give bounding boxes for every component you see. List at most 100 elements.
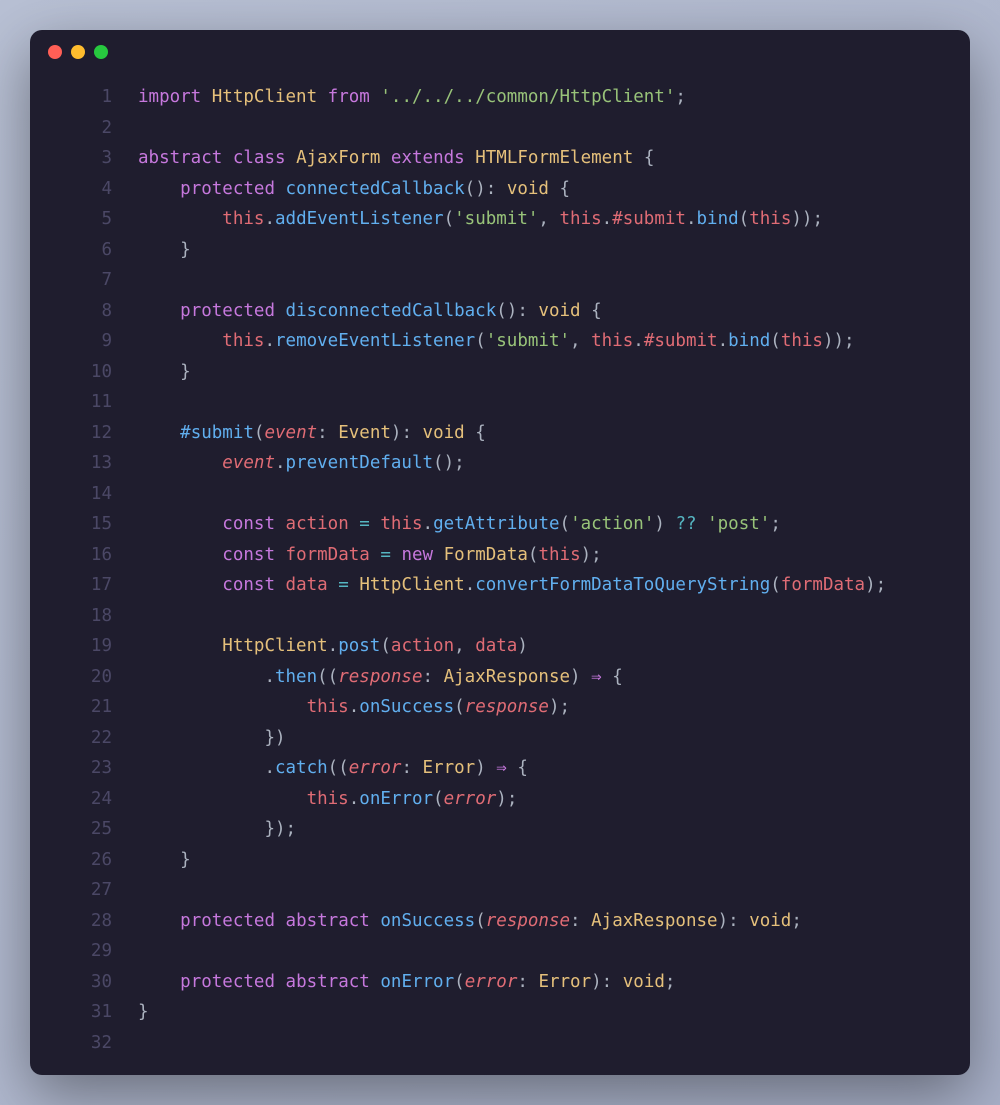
line-number: 16	[30, 540, 138, 571]
line-number: 14	[30, 479, 138, 510]
code-content[interactable]: }	[138, 845, 970, 876]
titlebar	[30, 30, 970, 74]
code-line[interactable]: 10 }	[30, 357, 970, 388]
line-number: 11	[30, 387, 138, 418]
zoom-icon[interactable]	[94, 45, 108, 59]
line-number: 7	[30, 265, 138, 296]
code-line[interactable]: 31}	[30, 997, 970, 1028]
line-number: 15	[30, 509, 138, 540]
code-content[interactable]	[138, 601, 970, 632]
code-content[interactable]	[138, 265, 970, 296]
line-number: 2	[30, 113, 138, 144]
code-content[interactable]	[138, 1028, 970, 1059]
code-content[interactable]: #submit(event: Event): void {	[138, 418, 970, 449]
code-content[interactable]: HttpClient.post(action, data)	[138, 631, 970, 662]
line-number: 18	[30, 601, 138, 632]
code-line[interactable]: 24 this.onError(error);	[30, 784, 970, 815]
code-content[interactable]: const action = this.getAttribute('action…	[138, 509, 970, 540]
code-content[interactable]	[138, 875, 970, 906]
code-content[interactable]: this.addEventListener('submit', this.#su…	[138, 204, 970, 235]
line-number: 5	[30, 204, 138, 235]
code-line[interactable]: 30 protected abstract onError(error: Err…	[30, 967, 970, 998]
code-line[interactable]: 17 const data = HttpClient.convertFormDa…	[30, 570, 970, 601]
line-number: 17	[30, 570, 138, 601]
code-editor[interactable]: 1import HttpClient from '../../../common…	[30, 74, 970, 1075]
code-line[interactable]: 4 protected connectedCallback(): void {	[30, 174, 970, 205]
line-number: 32	[30, 1028, 138, 1059]
line-number: 30	[30, 967, 138, 998]
line-number: 1	[30, 82, 138, 113]
code-line[interactable]: 14	[30, 479, 970, 510]
code-line[interactable]: 16 const formData = new FormData(this);	[30, 540, 970, 571]
code-line[interactable]: 22 })	[30, 723, 970, 754]
code-line[interactable]: 8 protected disconnectedCallback(): void…	[30, 296, 970, 327]
line-number: 12	[30, 418, 138, 449]
code-content[interactable]: });	[138, 814, 970, 845]
code-line[interactable]: 5 this.addEventListener('submit', this.#…	[30, 204, 970, 235]
line-number: 21	[30, 692, 138, 723]
code-content[interactable]: }	[138, 235, 970, 266]
code-line[interactable]: 13 event.preventDefault();	[30, 448, 970, 479]
code-content[interactable]	[138, 387, 970, 418]
code-line[interactable]: 23 .catch((error: Error) ⇒ {	[30, 753, 970, 784]
code-line[interactable]: 11	[30, 387, 970, 418]
line-number: 9	[30, 326, 138, 357]
code-line[interactable]: 21 this.onSuccess(response);	[30, 692, 970, 723]
code-content[interactable]: protected disconnectedCallback(): void {	[138, 296, 970, 327]
line-number: 13	[30, 448, 138, 479]
code-content[interactable]: protected abstract onError(error: Error)…	[138, 967, 970, 998]
code-content[interactable]: abstract class AjaxForm extends HTMLForm…	[138, 143, 970, 174]
close-icon[interactable]	[48, 45, 62, 59]
line-number: 6	[30, 235, 138, 266]
code-line[interactable]: 20 .then((response: AjaxResponse) ⇒ {	[30, 662, 970, 693]
line-number: 8	[30, 296, 138, 327]
code-line[interactable]: 3abstract class AjaxForm extends HTMLFor…	[30, 143, 970, 174]
line-number: 23	[30, 753, 138, 784]
line-number: 3	[30, 143, 138, 174]
line-number: 10	[30, 357, 138, 388]
code-content[interactable]: this.onSuccess(response);	[138, 692, 970, 723]
minimize-icon[interactable]	[71, 45, 85, 59]
code-line[interactable]: 7	[30, 265, 970, 296]
code-content[interactable]: this.removeEventListener('submit', this.…	[138, 326, 970, 357]
code-content[interactable]	[138, 936, 970, 967]
code-line[interactable]: 26 }	[30, 845, 970, 876]
code-content[interactable]: .catch((error: Error) ⇒ {	[138, 753, 970, 784]
code-content[interactable]: const data = HttpClient.convertFormDataT…	[138, 570, 970, 601]
code-content[interactable]: protected abstract onSuccess(response: A…	[138, 906, 970, 937]
code-line[interactable]: 29	[30, 936, 970, 967]
code-content[interactable]	[138, 479, 970, 510]
code-content[interactable]: protected connectedCallback(): void {	[138, 174, 970, 205]
code-window: 1import HttpClient from '../../../common…	[30, 30, 970, 1075]
code-line[interactable]: 2	[30, 113, 970, 144]
code-line[interactable]: 28 protected abstract onSuccess(response…	[30, 906, 970, 937]
code-line[interactable]: 27	[30, 875, 970, 906]
code-line[interactable]: 19 HttpClient.post(action, data)	[30, 631, 970, 662]
line-number: 20	[30, 662, 138, 693]
code-line[interactable]: 1import HttpClient from '../../../common…	[30, 82, 970, 113]
line-number: 27	[30, 875, 138, 906]
code-line[interactable]: 18	[30, 601, 970, 632]
code-content[interactable]: this.onError(error);	[138, 784, 970, 815]
line-number: 19	[30, 631, 138, 662]
code-line[interactable]: 9 this.removeEventListener('submit', thi…	[30, 326, 970, 357]
code-line[interactable]: 25 });	[30, 814, 970, 845]
line-number: 24	[30, 784, 138, 815]
code-content[interactable]: }	[138, 997, 970, 1028]
code-content[interactable]: .then((response: AjaxResponse) ⇒ {	[138, 662, 970, 693]
line-number: 22	[30, 723, 138, 754]
code-content[interactable]: }	[138, 357, 970, 388]
code-line[interactable]: 6 }	[30, 235, 970, 266]
code-content[interactable]: const formData = new FormData(this);	[138, 540, 970, 571]
line-number: 28	[30, 906, 138, 937]
line-number: 31	[30, 997, 138, 1028]
code-line[interactable]: 32	[30, 1028, 970, 1059]
code-content[interactable]: import HttpClient from '../../../common/…	[138, 82, 970, 113]
code-line[interactable]: 15 const action = this.getAttribute('act…	[30, 509, 970, 540]
code-content[interactable]: event.preventDefault();	[138, 448, 970, 479]
line-number: 26	[30, 845, 138, 876]
code-content[interactable]: })	[138, 723, 970, 754]
code-content[interactable]	[138, 113, 970, 144]
line-number: 25	[30, 814, 138, 845]
code-line[interactable]: 12 #submit(event: Event): void {	[30, 418, 970, 449]
